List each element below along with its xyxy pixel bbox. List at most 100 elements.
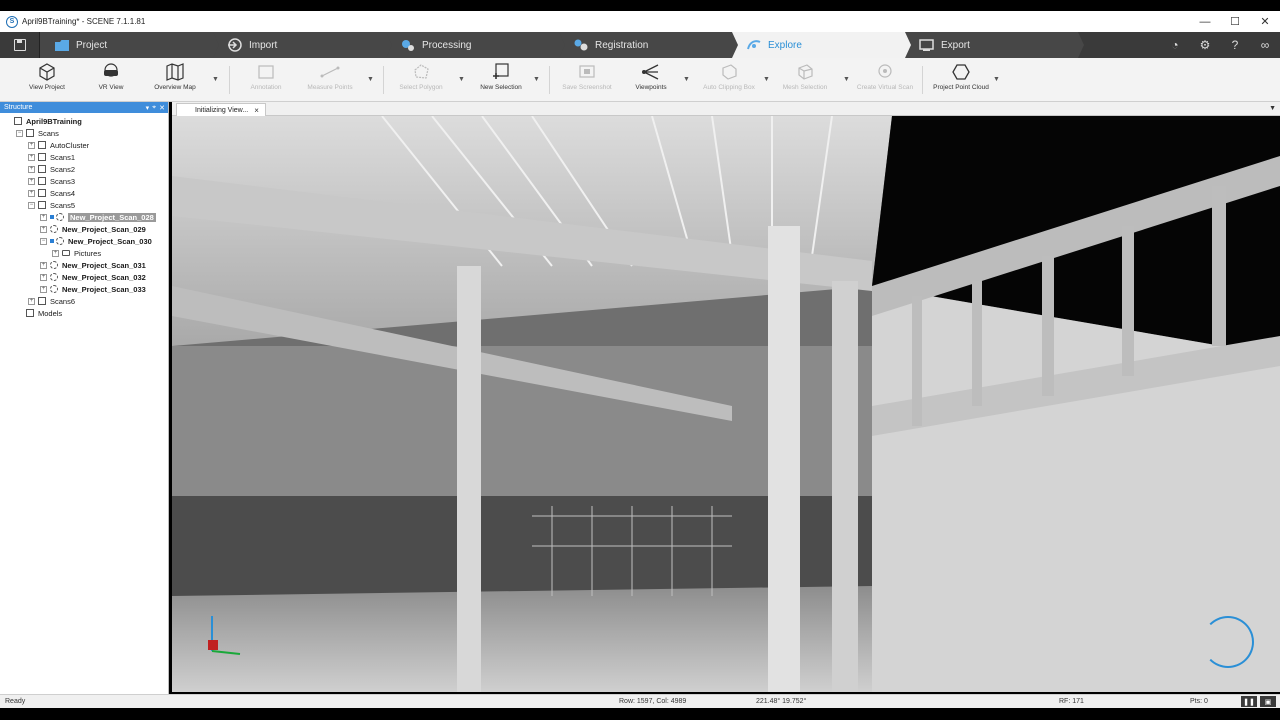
tree-item[interactable]: + Scans1 xyxy=(0,151,168,163)
expand-icon[interactable]: + xyxy=(28,297,35,305)
update-icon[interactable]: ◔ xyxy=(1160,32,1190,58)
view-project-button[interactable]: View Project xyxy=(14,60,80,100)
screen-icon[interactable]: ▣ xyxy=(1260,696,1276,707)
expand-icon[interactable]: + xyxy=(28,153,35,161)
tab-processing[interactable]: Processing xyxy=(386,32,565,58)
pause-icon[interactable]: ❚❚ xyxy=(1241,696,1257,707)
tree-item[interactable]: Models xyxy=(0,307,168,319)
status-row-col: Row: 1597, Col: 4989 xyxy=(619,698,687,705)
tree-item-label: Scans2 xyxy=(50,164,76,174)
mesh-dropdown-icon[interactable]: ▼ xyxy=(843,76,851,84)
glasses-icon[interactable]: ∞ xyxy=(1250,32,1280,58)
tree-item[interactable]: − Scans xyxy=(0,127,168,139)
collapse-icon[interactable]: − xyxy=(40,237,47,245)
tab-export[interactable]: Export xyxy=(905,32,1084,58)
tab-project[interactable]: Project xyxy=(40,32,219,58)
maximize-button[interactable]: ☐ xyxy=(1220,11,1250,32)
view-menu-icon[interactable]: ▼ xyxy=(1269,105,1276,112)
overview-map-dropdown-icon[interactable]: ▼ xyxy=(212,76,220,84)
new-selection-button[interactable]: New Selection xyxy=(468,60,534,100)
tab-registration[interactable]: Registration xyxy=(559,32,738,58)
toolbar-separator xyxy=(922,66,923,94)
tree-item[interactable]: April9BTraining xyxy=(0,115,168,127)
clipping-dropdown-icon[interactable]: ▼ xyxy=(763,76,771,84)
status-ready: Ready xyxy=(5,698,26,705)
tree-item-label: AutoCluster xyxy=(50,140,90,150)
close-icon[interactable]: × xyxy=(254,106,259,115)
measure-points-button[interactable]: Measure Points xyxy=(297,60,363,100)
tree-item[interactable]: + Scans6 xyxy=(0,295,168,307)
polygon-icon xyxy=(410,62,432,82)
expand-icon[interactable]: + xyxy=(40,225,47,233)
expand-icon[interactable]: + xyxy=(52,249,59,257)
viewpoints-dropdown-icon[interactable]: ▼ xyxy=(683,76,691,84)
help-icon[interactable]: ? xyxy=(1220,32,1250,58)
annotation-button[interactable]: Annotation xyxy=(233,60,299,100)
expand-icon[interactable]: + xyxy=(40,261,47,269)
bottom-black-band xyxy=(0,708,1280,720)
tree-item-label: New_Project_Scan_033 xyxy=(62,284,146,294)
measure-dropdown-icon[interactable]: ▼ xyxy=(367,76,375,84)
tree-item[interactable]: + New_Project_Scan_029 xyxy=(0,223,168,235)
create-virtual-scan-button[interactable]: Create Virtual Scan xyxy=(852,60,918,100)
tree-item[interactable]: + New_Project_Scan_031 xyxy=(0,259,168,271)
toolbar-separator xyxy=(229,66,230,94)
tab-import[interactable]: Import xyxy=(213,32,392,58)
overview-map-button[interactable]: Overview Map xyxy=(142,60,208,100)
point-cloud-dropdown-icon[interactable]: ▼ xyxy=(993,76,1001,84)
vr-view-label: VR View xyxy=(98,84,124,91)
expand-icon[interactable]: + xyxy=(40,213,47,221)
settings-icon[interactable]: ⚙ xyxy=(1190,32,1220,58)
save-screenshot-button[interactable]: Save Screenshot xyxy=(554,60,620,100)
tree-item-label: New_Project_Scan_031 xyxy=(62,260,146,270)
selection-dropdown-icon[interactable]: ▼ xyxy=(533,76,541,84)
pin-icon[interactable]: ⌖ xyxy=(152,104,156,112)
overview-map-label: Overview Map xyxy=(154,84,196,91)
tab-explore[interactable]: Explore xyxy=(732,32,911,58)
tree-item[interactable]: + New_Project_Scan_033 xyxy=(0,283,168,295)
save-button[interactable] xyxy=(0,32,40,58)
select-polygon-button[interactable]: Select Polygon xyxy=(388,60,454,100)
expand-icon[interactable]: + xyxy=(40,285,47,293)
vr-view-button[interactable]: VR View xyxy=(78,60,144,100)
project-point-cloud-button[interactable]: Project Point Cloud xyxy=(928,60,994,100)
tree-item[interactable]: − New_Project_Scan_030 xyxy=(0,235,168,247)
toolbar-separator xyxy=(549,66,550,94)
virtual-scan-icon xyxy=(874,62,896,82)
dropdown-icon[interactable]: ▾ xyxy=(146,104,150,112)
map-icon xyxy=(164,62,186,82)
folder-icon xyxy=(54,38,70,52)
close-icon[interactable]: ✕ xyxy=(159,104,165,112)
annotation-label: Annotation xyxy=(250,84,282,91)
minimize-button[interactable]: — xyxy=(1190,11,1220,32)
tree-item[interactable]: + Scans3 xyxy=(0,175,168,187)
scan-loaded-marker xyxy=(50,239,54,243)
scan-icon xyxy=(56,237,64,245)
polygon-dropdown-icon[interactable]: ▼ xyxy=(458,76,466,84)
mesh-selection-button[interactable]: Mesh Selection xyxy=(772,60,838,100)
collapse-icon[interactable]: − xyxy=(16,129,23,137)
viewpoints-button[interactable]: Viewpoints xyxy=(618,60,684,100)
close-window-button[interactable]: ✕ xyxy=(1250,11,1280,32)
tree-item[interactable]: + New_Project_Scan_028 xyxy=(0,211,168,223)
expand-icon[interactable]: + xyxy=(28,189,35,197)
tree-item-label: Scans xyxy=(38,128,59,138)
tree-item[interactable]: + New_Project_Scan_032 xyxy=(0,271,168,283)
collapse-icon[interactable]: − xyxy=(28,201,35,209)
tree-item[interactable]: + Scans2 xyxy=(0,163,168,175)
scans-icon xyxy=(26,129,34,137)
expand-icon[interactable]: + xyxy=(28,177,35,185)
tree-item[interactable]: + Pictures xyxy=(0,247,168,259)
save-icon xyxy=(13,39,26,51)
tree-item-label: Scans4 xyxy=(50,188,76,198)
tree-item[interactable]: + Scans4 xyxy=(0,187,168,199)
expand-icon[interactable]: + xyxy=(28,141,35,149)
auto-clipping-box-button[interactable]: Auto Clipping Box xyxy=(696,60,762,100)
expand-icon[interactable]: + xyxy=(28,165,35,173)
tab-explore-label: Explore xyxy=(768,39,802,51)
expand-icon[interactable]: + xyxy=(40,273,47,281)
tab-initializing-view[interactable]: Initializing View... × xyxy=(176,103,266,116)
3d-viewport[interactable] xyxy=(172,116,1280,692)
tree-item[interactable]: + AutoCluster xyxy=(0,139,168,151)
tree-item[interactable]: − Scans5 xyxy=(0,199,168,211)
